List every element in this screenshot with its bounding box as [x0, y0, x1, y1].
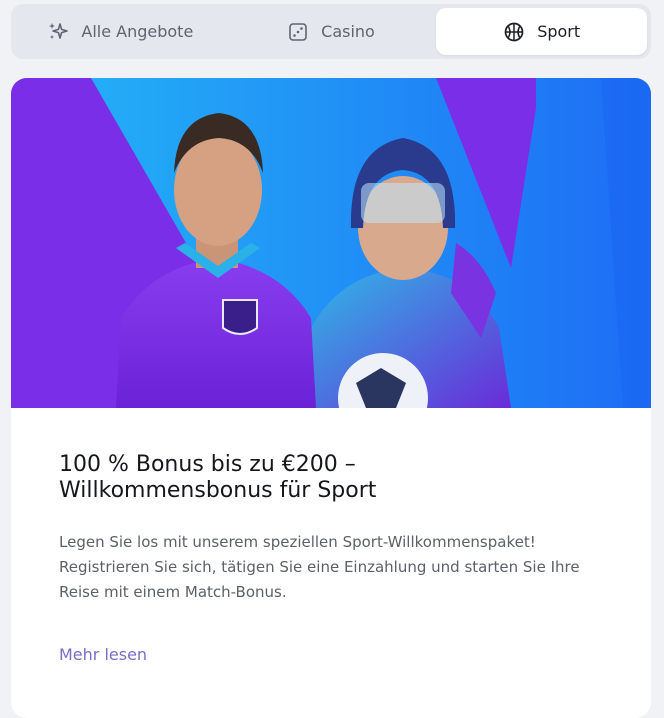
tab-alle-angebote[interactable]: Alle Angebote	[15, 8, 226, 55]
tab-casino[interactable]: Casino	[226, 8, 437, 55]
tab-label: Casino	[321, 22, 375, 41]
tab-label: Alle Angebote	[81, 22, 194, 41]
promo-title-line2: Willkommensbonus für Sport	[59, 478, 377, 503]
basketball-icon	[503, 21, 525, 43]
tab-sport[interactable]: Sport	[436, 8, 648, 55]
read-more-link[interactable]: Mehr lesen	[59, 645, 147, 664]
dice-icon	[287, 21, 309, 43]
sparkles-icon	[47, 21, 69, 43]
promo-card: 100 % Bonus bis zu €200 – Willkommensbon…	[11, 78, 651, 718]
promo-title: 100 % Bonus bis zu €200 – Willkommensbon…	[59, 452, 603, 504]
promo-content: 100 % Bonus bis zu €200 – Willkommensbon…	[11, 408, 651, 664]
tab-label: Sport	[537, 22, 581, 41]
promo-description: Legen Sie los mit unserem speziellen Spo…	[59, 533, 580, 601]
promo-hero-image	[11, 78, 651, 408]
promo-title-line1: 100 % Bonus bis zu €200 –	[59, 452, 356, 477]
offer-tabs: Alle Angebote Casino Sport	[11, 4, 651, 59]
